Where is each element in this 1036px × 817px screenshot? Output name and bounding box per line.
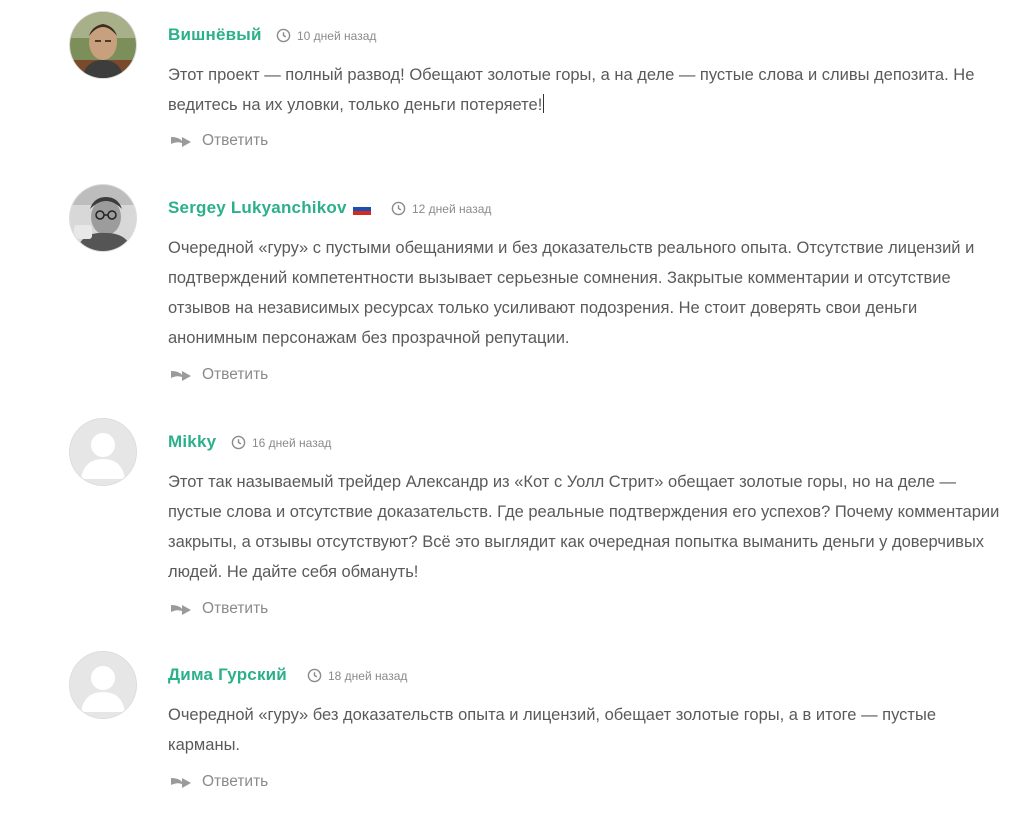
comment-text: Этот так называемый трейдер Александр из…	[168, 473, 1000, 581]
comment-author[interactable]: Дима Гурский	[168, 665, 287, 685]
comment-text: Этот проект — полный развод! Обещают зол…	[168, 60, 1000, 120]
comment-text-content: Этот проект — полный развод! Обещают зол…	[168, 66, 975, 114]
comment-author[interactable]: Вишнёвый	[168, 25, 262, 45]
reply-button[interactable]: Ответить	[170, 773, 268, 791]
reply-arrow-icon	[171, 605, 191, 615]
comment-timestamp[interactable]: 16 дней назад	[231, 435, 331, 450]
reply-label: Ответить	[202, 600, 269, 617]
reply-button[interactable]: Ответить	[170, 366, 268, 384]
comment-time: 16 дней назад	[252, 435, 332, 450]
comment-text: Очередной «гуру» без доказательств опыта…	[168, 706, 936, 754]
clock-icon	[276, 28, 291, 43]
reply-label: Ответить	[202, 366, 269, 383]
comment-timestamp[interactable]: 10 дней назад	[276, 28, 376, 43]
comment-author[interactable]: Sergey Lukyanchikov	[168, 198, 371, 218]
reply-arrow-icon	[171, 778, 191, 788]
reply-arrow-icon	[171, 137, 191, 147]
russia-flag-icon	[352, 202, 371, 215]
reply-label: Ответить	[202, 132, 269, 149]
reply-label: Ответить	[202, 773, 269, 790]
default-user-icon[interactable]	[70, 652, 136, 718]
clock-icon	[391, 201, 406, 216]
comment-time: 18 дней назад	[328, 668, 408, 683]
comment-author-name: Sergey Lukyanchikov	[168, 198, 347, 217]
comment-timestamp[interactable]: 12 дней назад	[391, 201, 491, 216]
default-user-icon[interactable]	[70, 419, 136, 485]
reply-button[interactable]: Ответить	[170, 600, 268, 618]
text-cursor	[543, 94, 545, 113]
comment-timestamp[interactable]: 18 дней назад	[307, 668, 407, 683]
clock-icon	[231, 435, 246, 450]
comment-time: 10 дней назад	[297, 28, 377, 43]
avatar[interactable]	[70, 185, 136, 251]
reply-button[interactable]: Ответить	[170, 132, 268, 150]
reply-arrow-icon	[171, 371, 191, 381]
comment-text: Очередной «гуру» с пустыми обещаниями и …	[168, 239, 975, 347]
avatar[interactable]	[70, 12, 136, 78]
comment-author[interactable]: Mikky	[168, 432, 216, 452]
comment-time: 12 дней назад	[412, 201, 492, 216]
clock-icon	[307, 668, 322, 683]
